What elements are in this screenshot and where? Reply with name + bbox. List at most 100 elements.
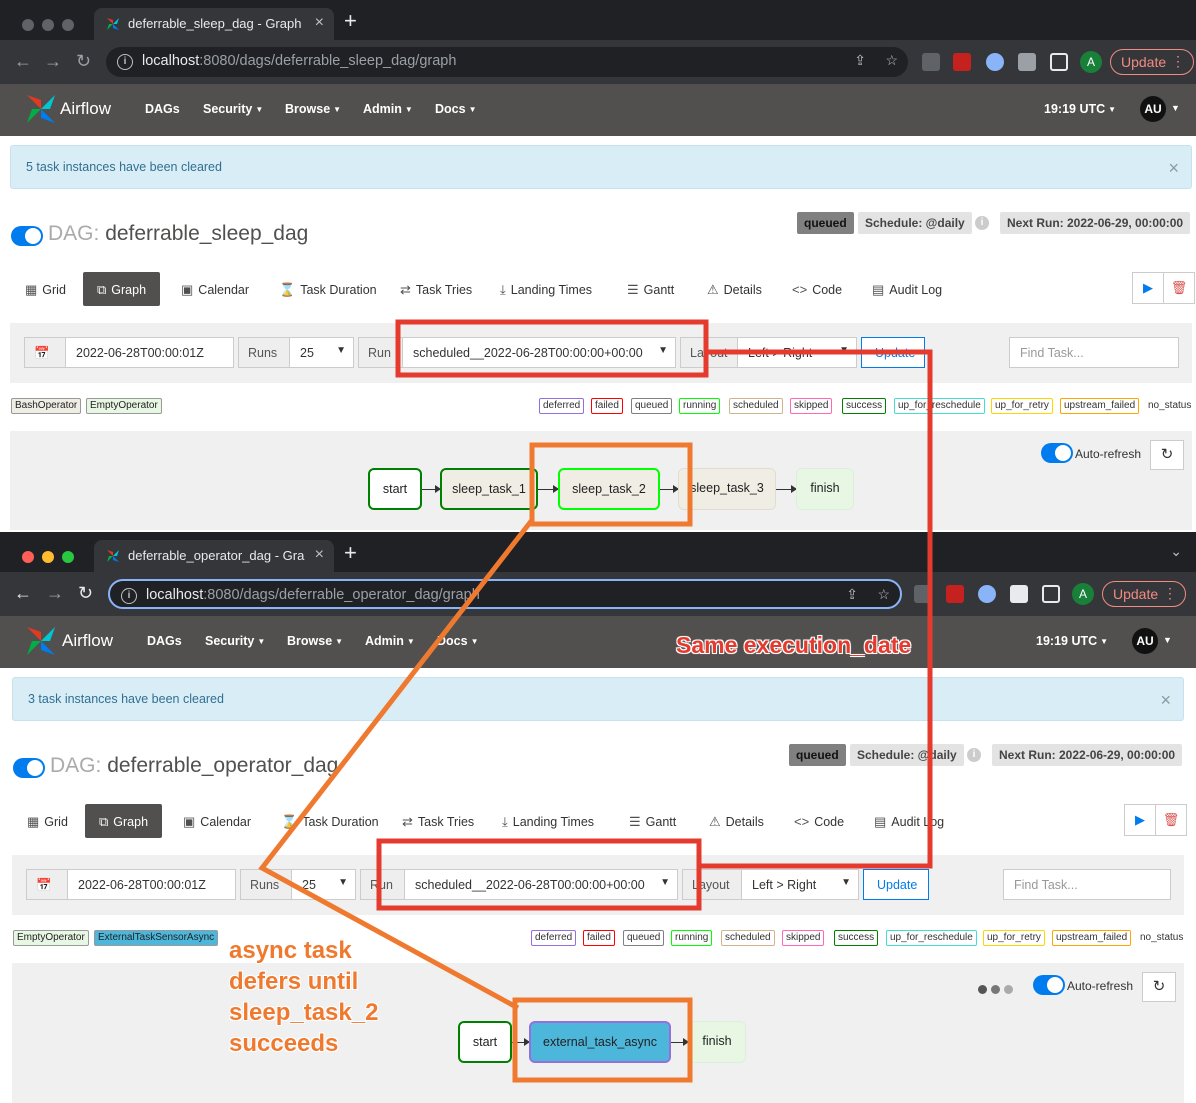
extensions-puzzle-icon[interactable] [1010,585,1028,603]
dag-pause-toggle[interactable] [11,226,43,246]
profile-avatar[interactable]: A [1080,51,1102,73]
auto-refresh-toggle[interactable] [1033,975,1065,995]
tab-grid[interactable]: ▦ Grid [25,272,66,306]
find-task-input[interactable]: Find Task... [1003,869,1171,900]
browser-update-button[interactable]: Update ⋮ [1102,581,1186,607]
extensions-puzzle-icon[interactable] [1018,53,1036,71]
close-alert-icon[interactable]: × [1160,690,1171,711]
browser-tab[interactable]: deferrable_sleep_dag - Graph × [94,8,334,40]
airflow-brand[interactable]: Airflow [62,631,113,651]
forward-icon[interactable]: → [44,51,62,71]
find-task-input[interactable]: Find Task... [1009,337,1179,368]
browser-update-button[interactable]: Update ⋮ [1110,49,1194,75]
tab-graph[interactable]: ⧉ Graph [85,804,163,838]
side-panel-icon[interactable] [1042,585,1060,603]
menu-security[interactable]: Security ▼ [203,102,263,116]
tab-code[interactable]: <> Code [792,272,842,306]
info-circle-icon[interactable]: i [967,748,981,762]
more-menu-icon[interactable]: ⋮ [1163,585,1177,602]
tab-task-duration[interactable]: ⌛ Task Duration [279,272,377,306]
base-date-input[interactable]: 2022-06-28T00:00:01Z [67,869,236,900]
tab-landing-times[interactable]: ⤓ Landing Times [502,804,594,838]
refresh-icon[interactable]: ↻ [1142,972,1176,1002]
runs-select[interactable]: 25 ▼ [289,337,354,368]
tab-gantt[interactable]: ☰ Gantt [629,804,676,838]
info-circle-icon[interactable]: i [975,216,989,230]
task-node-finish[interactable]: finish [796,468,854,510]
runs-select[interactable]: 25 ▼ [291,869,356,900]
menu-dags[interactable]: DAGs [147,634,182,648]
update-button[interactable]: Update [863,869,929,900]
calendar-picker-icon[interactable]: 📅 [24,337,66,368]
refresh-icon[interactable]: ↻ [1150,440,1184,470]
close-tab-icon[interactable]: × [315,546,324,564]
red-extension-icon[interactable] [953,53,971,71]
new-tab-button[interactable]: + [344,10,357,32]
tab-audit-log[interactable]: ▤ Audit Log [872,272,942,306]
share-icon[interactable]: ⇪ [854,52,866,69]
menu-admin[interactable]: Admin ▼ [363,102,413,116]
share-icon[interactable]: ⇪ [846,586,858,603]
close-alert-icon[interactable]: × [1168,158,1179,179]
task-node-sleep-task-1[interactable]: sleep_task_1 [440,468,538,510]
layout-select[interactable]: Left > Right ▼ [737,337,857,368]
base-date-input[interactable]: 2022-06-28T00:00:01Z [65,337,234,368]
tab-task-duration[interactable]: ⌛ Task Duration [281,804,379,838]
trigger-dag-button[interactable]: ▶ [1132,272,1164,304]
reload-icon[interactable]: ↻ [78,583,93,603]
clock-menu[interactable]: 19:19 UTC ▼ [1036,634,1108,648]
bookmark-star-icon[interactable]: ☆ [877,586,890,603]
user-caret-icon[interactable]: ▼ [1163,635,1172,645]
more-menu-icon[interactable]: ⋮ [1171,53,1185,70]
tab-landing-times[interactable]: ⤓ Landing Times [500,272,592,306]
blue-extension-icon[interactable] [978,585,996,603]
delete-dag-button[interactable]: 🗑 [1155,804,1187,836]
airflow-logo-icon[interactable] [24,92,58,126]
dag-pause-toggle[interactable] [13,758,45,778]
task-node-sleep-task-3[interactable]: sleep_task_3 [678,468,776,510]
task-node-sleep-task-2[interactable]: sleep_task_2 [558,468,660,510]
tab-search-chevron-icon[interactable]: ⌄ [1170,543,1182,560]
task-node-finish[interactable]: finish [688,1021,746,1063]
user-avatar[interactable]: AU [1132,628,1158,654]
menu-browse[interactable]: Browse ▼ [285,102,341,116]
new-tab-button[interactable]: + [344,542,357,564]
close-window-button[interactable] [22,19,34,31]
calendar-picker-icon[interactable]: 📅 [26,869,68,900]
menu-admin[interactable]: Admin ▼ [365,634,415,648]
airflow-logo-icon[interactable] [24,624,58,658]
address-bar[interactable]: i localhost:8080/dags/deferrable_sleep_d… [106,47,908,77]
trigger-dag-button[interactable]: ▶ [1124,804,1156,836]
tab-task-tries[interactable]: ⇄ Task Tries [402,804,474,838]
user-caret-icon[interactable]: ▼ [1171,103,1180,113]
user-avatar[interactable]: AU [1140,96,1166,122]
tab-code[interactable]: <> Code [794,804,844,838]
tab-task-tries[interactable]: ⇄ Task Tries [400,272,472,306]
zoom-window-button[interactable] [62,19,74,31]
task-node-external-task-async[interactable]: external_task_async [529,1021,671,1063]
forward-icon[interactable]: → [46,583,64,603]
tab-audit-log[interactable]: ▤ Audit Log [874,804,944,838]
back-icon[interactable]: ← [14,583,32,603]
menu-docs[interactable]: Docs ▼ [435,102,477,116]
back-icon[interactable]: ← [14,51,32,71]
ublock-extension-icon[interactable] [914,585,932,603]
tab-calendar[interactable]: ▣ Calendar [183,804,251,838]
run-select[interactable]: scheduled__2022-06-28T00:00:00+00:00 ▼ [402,337,676,368]
tab-graph[interactable]: ⧉ Graph [83,272,161,306]
browser-tab[interactable]: deferrable_operator_dag - Gra × [94,540,334,572]
tab-gantt[interactable]: ☰ Gantt [627,272,674,306]
menu-security[interactable]: Security ▼ [205,634,265,648]
red-extension-icon[interactable] [946,585,964,603]
layout-select[interactable]: Left > Right ▼ [741,869,859,900]
update-button[interactable]: Update [861,337,925,368]
delete-dag-button[interactable]: 🗑 [1163,272,1195,304]
profile-avatar[interactable]: A [1072,583,1094,605]
bookmark-star-icon[interactable]: ☆ [885,52,898,69]
auto-refresh-toggle[interactable] [1041,443,1073,463]
site-info-icon[interactable]: i [121,588,137,604]
address-bar[interactable]: i localhost:8080/dags/deferrable_operato… [108,579,902,609]
blue-extension-icon[interactable] [986,53,1004,71]
task-node-start[interactable]: start [458,1021,512,1063]
menu-dags[interactable]: DAGs [145,102,180,116]
